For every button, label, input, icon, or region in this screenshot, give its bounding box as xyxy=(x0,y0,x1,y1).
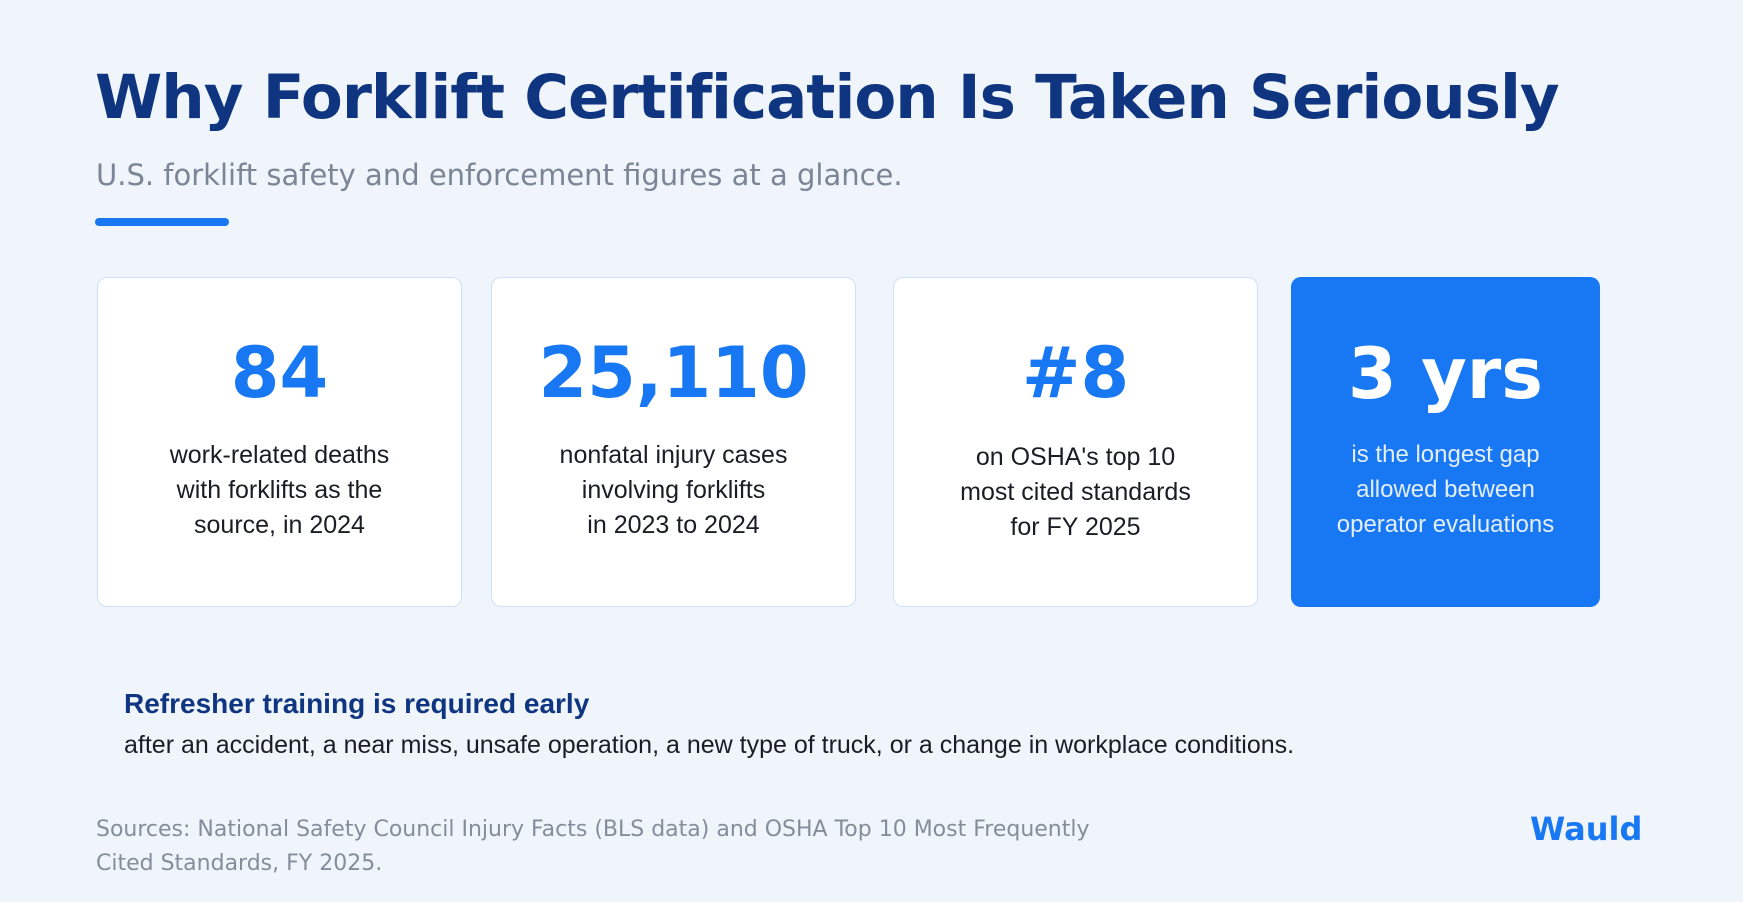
stat-description-line: on OSHA's top 10 xyxy=(975,443,1176,471)
stat-description-line: allowed between xyxy=(1356,476,1535,503)
stat-value-deaths: 84 xyxy=(230,332,329,414)
sources-line: Sources: National Safety Council Injury … xyxy=(96,817,1090,842)
refresher-body: after an accident, a near miss, unsafe o… xyxy=(124,731,1295,759)
page-subtitle: U.S. forklift safety and enforcement fig… xyxy=(96,158,903,192)
stat-card-injuries: 25,110 nonfatal injury cases involving f… xyxy=(491,277,856,607)
stat-description-line: is the longest gap xyxy=(1351,441,1540,468)
stat-card-evaluation-gap: 3 yrs is the longest gap allowed between… xyxy=(1291,277,1600,607)
stat-description-line: involving forklifts xyxy=(581,476,766,504)
stat-card-deaths: 84 work-related deaths with forklifts as… xyxy=(97,277,462,607)
stat-description-deaths: work-related deaths with forklifts as th… xyxy=(108,438,451,543)
stat-description-evaluation-gap: is the longest gap allowed between opera… xyxy=(1301,437,1590,542)
stat-value-injuries: 25,110 xyxy=(538,332,809,414)
stat-description-osha-rank: on OSHA's top 10 most cited standards fo… xyxy=(904,440,1247,545)
sources-note: Sources: National Safety Council Injury … xyxy=(96,813,1176,881)
stat-value-osha-rank: #8 xyxy=(1021,332,1130,414)
stat-value-evaluation-gap: 3 yrs xyxy=(1348,333,1543,415)
page-title: Why Forklift Certification Is Taken Seri… xyxy=(95,62,1560,133)
stat-description-line: work-related deaths xyxy=(169,441,390,469)
stat-description-injuries: nonfatal injury cases involving forklift… xyxy=(502,438,845,543)
stat-card-osha-rank: #8 on OSHA's top 10 most cited standards… xyxy=(893,277,1258,607)
stat-description-line: in 2023 to 2024 xyxy=(587,511,760,539)
stat-description-line: source, in 2024 xyxy=(194,511,365,539)
stat-description-line: nonfatal injury cases xyxy=(559,441,788,469)
refresher-title: Refresher training is required early xyxy=(124,688,590,719)
stat-description-line: with forklifts as the xyxy=(176,476,383,504)
sources-line: Cited Standards, FY 2025. xyxy=(96,851,383,876)
stat-description-line: most cited standards xyxy=(960,478,1191,506)
title-accent-bar xyxy=(95,218,229,226)
stat-description-line: operator evaluations xyxy=(1336,511,1555,538)
stat-description-line: for FY 2025 xyxy=(1010,513,1141,541)
brand-logo: Wauld xyxy=(1530,810,1643,848)
